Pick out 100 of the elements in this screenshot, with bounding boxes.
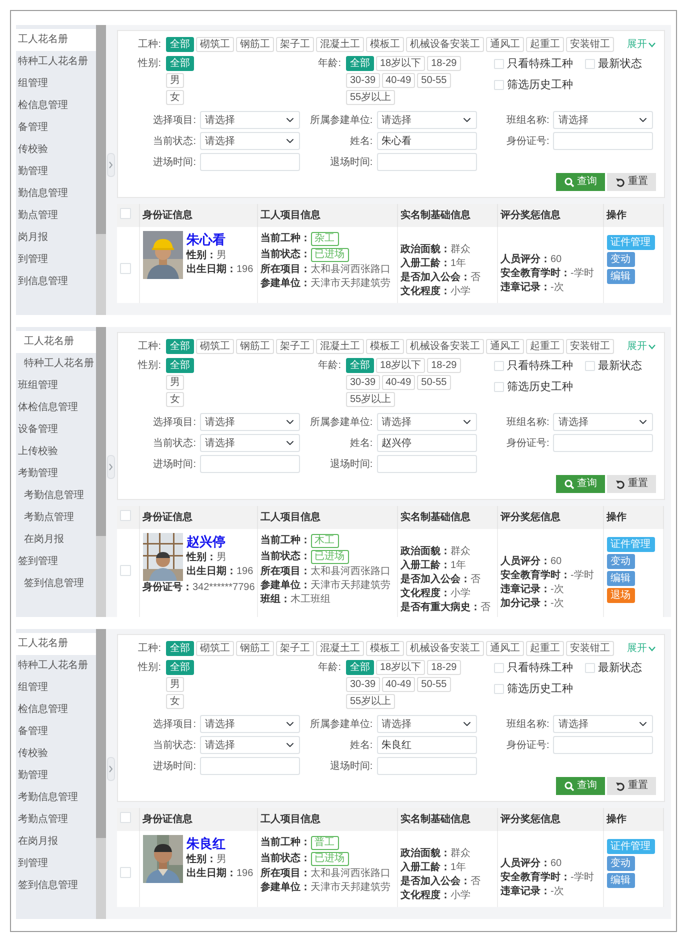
scrollbar-thumb[interactable] xyxy=(96,629,106,838)
filter-tag[interactable]: 机械设备安装工 xyxy=(406,339,484,354)
filter-tag[interactable]: 砌筑工 xyxy=(196,641,234,656)
filter-tag[interactable]: 55岁以上 xyxy=(346,694,396,709)
filter-tag[interactable]: 钢筋工 xyxy=(236,37,274,52)
filter-tag[interactable]: 30-39 xyxy=(346,677,380,692)
input-field[interactable] xyxy=(376,757,477,775)
filter-tag[interactable]: 40-49 xyxy=(382,677,416,692)
sidebar-item[interactable]: 工人花名册 xyxy=(16,29,96,51)
filter-tag[interactable]: 18岁以下 xyxy=(376,660,426,675)
dropdown-field[interactable]: 请选择 xyxy=(200,132,300,150)
dropdown-field[interactable]: 请选择 xyxy=(553,715,654,733)
filter-tag[interactable]: 通风工 xyxy=(486,641,524,656)
checkbox[interactable] xyxy=(120,263,131,274)
dropdown-field[interactable]: 请选择 xyxy=(553,413,654,431)
input-field[interactable] xyxy=(200,455,300,473)
dropdown-field[interactable]: 请选择 xyxy=(200,434,300,452)
dropdown-field[interactable]: 请选择 xyxy=(200,736,300,754)
input-field[interactable]: 朱良红 xyxy=(376,736,477,754)
filter-tag[interactable]: 女 xyxy=(166,694,184,709)
search-button[interactable]: 查询 xyxy=(556,475,605,493)
sidebar-item[interactable]: 到管理 xyxy=(16,249,96,271)
sidebar-item[interactable]: 考勤管理 xyxy=(16,463,96,485)
input-field[interactable] xyxy=(376,455,477,473)
collapse-handle[interactable] xyxy=(107,455,115,479)
sidebar-item[interactable]: 特种工人花名册 xyxy=(16,353,96,375)
filter-tag[interactable]: 女 xyxy=(166,392,184,407)
filter-tag[interactable]: 安装钳工 xyxy=(566,641,614,656)
checkbox[interactable] xyxy=(494,361,504,372)
checkbox[interactable] xyxy=(494,663,504,674)
checkbox[interactable] xyxy=(494,684,504,694)
filter-tag[interactable]: 混凝土工 xyxy=(316,339,364,354)
filter-tag[interactable]: 40-49 xyxy=(382,73,416,88)
filter-tag[interactable]: 通风工 xyxy=(486,339,524,354)
input-field[interactable] xyxy=(376,153,477,171)
sidebar-item[interactable]: 岗月报 xyxy=(16,227,96,249)
sidebar-item[interactable]: 到管理 xyxy=(16,853,96,875)
sidebar-item[interactable]: 签到信息管理 xyxy=(16,875,96,897)
filter-tag[interactable]: 架子工 xyxy=(276,37,314,52)
scrollbar[interactable] xyxy=(96,629,106,919)
scrollbar-thumb[interactable] xyxy=(96,25,106,234)
checkbox[interactable] xyxy=(120,208,131,219)
sidebar-item[interactable]: 考勤点管理 xyxy=(16,507,96,529)
sidebar-item[interactable]: 签到管理 xyxy=(16,551,96,573)
filter-tag[interactable]: 起重工 xyxy=(526,37,564,52)
scrollbar[interactable] xyxy=(96,327,106,617)
sidebar-item[interactable]: 组管理 xyxy=(16,677,96,699)
scrollbar[interactable] xyxy=(96,25,106,315)
filter-tag[interactable]: 模板工 xyxy=(366,339,404,354)
checkbox[interactable] xyxy=(120,510,131,521)
sidebar-item[interactable]: 勤点管理 xyxy=(16,205,96,227)
checkbox[interactable] xyxy=(585,361,595,372)
filter-tag[interactable]: 50-55 xyxy=(417,73,451,88)
filter-tag[interactable]: 男 xyxy=(166,73,184,88)
filter-tag[interactable]: 起重工 xyxy=(526,339,564,354)
dropdown-field[interactable]: 请选择 xyxy=(200,715,300,733)
checkbox[interactable] xyxy=(494,80,504,90)
filter-tag[interactable]: 钢筋工 xyxy=(236,641,274,656)
checkbox[interactable] xyxy=(120,812,131,823)
sidebar-item[interactable]: 在岗月报 xyxy=(16,831,96,853)
sidebar-item[interactable]: 工人花名册 xyxy=(16,633,96,655)
sidebar-item[interactable]: 检信息管理 xyxy=(16,95,96,117)
sidebar-item[interactable]: 勤信息管理 xyxy=(16,183,96,205)
checkbox[interactable] xyxy=(494,59,504,70)
sidebar-item[interactable]: 到信息管理 xyxy=(16,271,96,293)
checkbox[interactable] xyxy=(120,565,131,576)
dropdown-field[interactable]: 请选择 xyxy=(376,715,477,733)
filter-tag[interactable]: 30-39 xyxy=(346,73,380,88)
input-field[interactable] xyxy=(200,153,300,171)
reset-button[interactable]: 重置 xyxy=(607,173,656,191)
dropdown-field[interactable]: 请选择 xyxy=(200,413,300,431)
filter-tag[interactable]: 18-29 xyxy=(427,56,461,71)
filter-tag[interactable]: 混凝土工 xyxy=(316,37,364,52)
filter-tag[interactable]: 安装钳工 xyxy=(566,339,614,354)
scrollbar-thumb[interactable] xyxy=(96,327,106,536)
search-button[interactable]: 查询 xyxy=(556,173,605,191)
collapse-handle[interactable] xyxy=(107,757,115,781)
filter-tag[interactable]: 安装钳工 xyxy=(566,37,614,52)
filter-tag[interactable]: 40-49 xyxy=(382,375,416,390)
filter-tag[interactable]: 男 xyxy=(166,375,184,390)
filter-tag[interactable]: 30-39 xyxy=(346,375,380,390)
sidebar-item[interactable]: 工人花名册 xyxy=(16,331,96,353)
sidebar-item[interactable]: 备管理 xyxy=(16,721,96,743)
sidebar-item[interactable]: 在岗月报 xyxy=(16,529,96,551)
input-field[interactable] xyxy=(553,132,654,150)
sidebar-item[interactable]: 传校验 xyxy=(16,743,96,765)
filter-tag[interactable]: 50-55 xyxy=(417,375,451,390)
input-field[interactable] xyxy=(553,434,654,452)
sidebar-item[interactable]: 勤管理 xyxy=(16,765,96,787)
sidebar-item[interactable]: 传校验 xyxy=(16,139,96,161)
filter-tag[interactable]: 机械设备安装工 xyxy=(406,641,484,656)
sidebar-item[interactable]: 考勤点管理 xyxy=(16,809,96,831)
sidebar-item[interactable]: 特种工人花名册 xyxy=(16,51,96,73)
dropdown-field[interactable]: 请选择 xyxy=(376,413,477,431)
input-field[interactable] xyxy=(200,757,300,775)
sidebar-item[interactable]: 上传校验 xyxy=(16,441,96,463)
filter-tag[interactable]: 模板工 xyxy=(366,641,404,656)
filter-tag[interactable]: 18-29 xyxy=(427,660,461,675)
dropdown-field[interactable]: 请选择 xyxy=(200,111,300,129)
sidebar-item[interactable]: 考勤信息管理 xyxy=(16,485,96,507)
